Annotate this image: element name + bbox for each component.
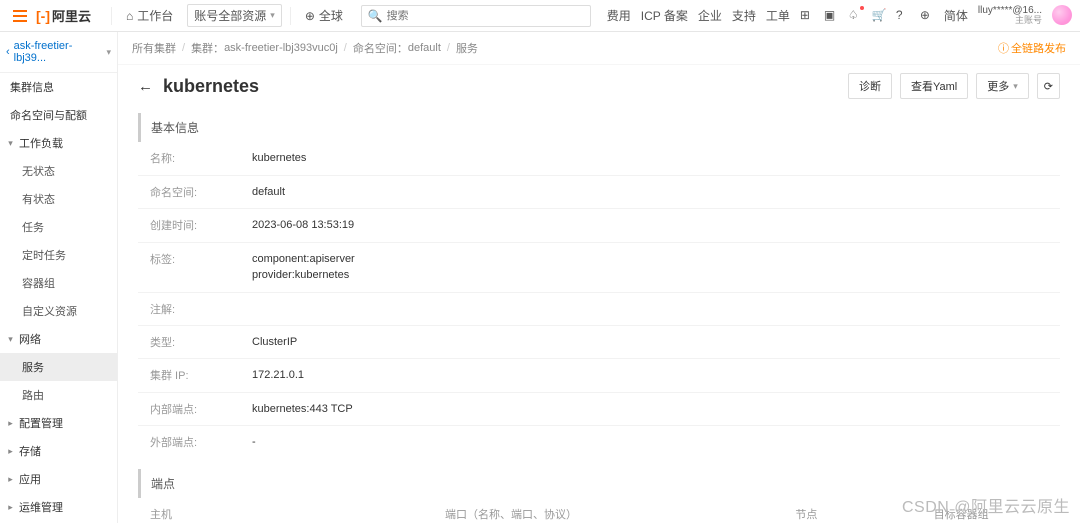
full-link-release[interactable]: ⓘ 全链路发布 <box>998 40 1066 56</box>
crumb-all-clusters[interactable]: 所有集群 <box>132 40 176 56</box>
tool-icon[interactable]: ⊞ <box>800 8 814 22</box>
crumb-ns-value[interactable]: default <box>408 42 441 54</box>
section-heading-endpoints: 端点 <box>138 469 1060 498</box>
cart-icon[interactable]: 🛒 <box>872 8 886 22</box>
nav-enterprise[interactable]: 企业 <box>698 7 722 24</box>
col-port: 端口（名称、端口、协议） <box>433 498 783 523</box>
sidebar-item-pods[interactable]: 容器组 <box>0 269 117 297</box>
cloudshell-icon[interactable]: ▣ <box>824 8 838 22</box>
sidebar-cluster-back[interactable]: ‹ ask-freetier-lbj39... ▾ <box>0 32 117 73</box>
resource-scope-label: 账号全部资源 <box>194 7 266 24</box>
kv-key-external-endpoint: 外部端点: <box>138 426 248 459</box>
bell-icon[interactable]: ♤ <box>848 8 862 22</box>
chevron-down-icon: ▾ <box>106 47 111 58</box>
kv-key-name: 名称: <box>138 142 248 175</box>
menu-toggle[interactable] <box>8 4 32 28</box>
col-host: 主机 <box>138 498 433 523</box>
info-icon: ⓘ <box>998 40 1009 56</box>
nav-billing[interactable]: 费用 <box>607 7 631 24</box>
col-target-pod: 目标容器组 <box>922 498 1060 523</box>
lang-icon[interactable]: ⊕ <box>920 8 934 22</box>
logo-text: 阿里云 <box>52 6 91 25</box>
sidebar-cluster-name: ask-freetier-lbj39... <box>14 40 103 64</box>
sidebar-item-job[interactable]: 任务 <box>0 213 117 241</box>
kv-val-name: kubernetes <box>248 142 1060 175</box>
page-title: kubernetes <box>163 76 259 97</box>
sidebar-group-ops[interactable]: ▸运维管理 <box>0 493 117 521</box>
globe-icon: ⊕ <box>305 9 315 23</box>
workbench-link[interactable]: ⌂ 工作台 <box>120 7 179 24</box>
sidebar-item-services[interactable]: 服务 <box>0 353 117 381</box>
kv-val-labels: component:apiserver provider:kubernetes <box>248 243 1060 292</box>
logo-icon: [-] <box>36 8 50 24</box>
kv-val-created: 2023-06-08 13:53:19 <box>248 209 1060 242</box>
kv-key-annotations: 注解: <box>138 293 248 325</box>
kv-val-internal-endpoint: kubernetes:443 TCP <box>248 393 1060 426</box>
refresh-icon: ⟳ <box>1044 80 1053 93</box>
workbench-label: 工作台 <box>137 7 173 24</box>
kv-val-cluster-ip: 172.21.0.1 <box>248 359 1060 392</box>
full-link-release-label: 全链路发布 <box>1011 40 1066 56</box>
sidebar-group-network[interactable]: ▾网络 <box>0 325 117 353</box>
user-menu[interactable]: lluy*****@16... 主账号 <box>978 5 1072 26</box>
kv-val-type: ClusterIP <box>248 326 1060 359</box>
kv-val-namespace: default <box>248 176 1060 209</box>
back-icon: ‹ <box>6 46 10 58</box>
help-icon[interactable]: ? <box>896 8 910 22</box>
nav-ticket[interactable]: 工单 <box>766 7 790 24</box>
sidebar-group-workload[interactable]: ▾工作负载 <box>0 129 117 157</box>
diagnose-button[interactable]: 诊断 <box>848 73 892 99</box>
sidebar-group-apps[interactable]: ▸应用 <box>0 465 117 493</box>
nav-support[interactable]: 支持 <box>732 7 756 24</box>
kv-key-type: 类型: <box>138 326 248 359</box>
user-role-label: 主账号 <box>1015 16 1042 26</box>
logo[interactable]: [-] 阿里云 <box>36 6 91 25</box>
sidebar-item-cronjob[interactable]: 定时任务 <box>0 241 117 269</box>
kv-key-internal-endpoint: 内部端点: <box>138 393 248 426</box>
chevron-down-icon: ▾ <box>1013 81 1018 92</box>
crumb-ns-label: 命名空间： <box>353 40 408 56</box>
sidebar-item-cluster-info[interactable]: 集群信息 <box>0 73 117 101</box>
col-node: 节点 <box>783 498 921 523</box>
crumb-leaf: 服务 <box>456 40 478 56</box>
kv-val-annotations <box>248 293 1060 325</box>
more-button[interactable]: 更多▾ <box>976 73 1029 99</box>
sidebar-item-namespace-quota[interactable]: 命名空间与配额 <box>0 101 117 129</box>
breadcrumb: 所有集群 / 集群： ask-freetier-lbj393vuc0j / 命名… <box>118 32 1080 65</box>
sidebar-item-crd[interactable]: 自定义资源 <box>0 297 117 325</box>
search-icon: 🔍 <box>368 9 383 23</box>
back-button[interactable]: ← <box>138 78 153 95</box>
region-label: 全球 <box>319 7 343 24</box>
kv-key-labels: 标签: <box>138 243 248 292</box>
kv-key-namespace: 命名空间: <box>138 176 248 209</box>
avatar <box>1052 5 1072 25</box>
kv-key-cluster-ip: 集群 IP: <box>138 359 248 392</box>
crumb-cluster-name[interactable]: ask-freetier-lbj393vuc0j <box>224 42 338 54</box>
sidebar-group-config[interactable]: ▸配置管理 <box>0 409 117 437</box>
section-heading-basic: 基本信息 <box>138 113 1060 142</box>
resource-scope-dropdown[interactable]: 账号全部资源 ▾ <box>187 4 282 27</box>
search-input[interactable] <box>387 10 584 22</box>
endpoints-table: 主机 端口（名称、端口、协议） 节点 目标容器组 192.168.48.79 h… <box>138 498 1060 523</box>
region-selector[interactable]: ⊕ 全球 <box>299 7 349 24</box>
chevron-down-icon: ▾ <box>270 10 275 21</box>
sidebar: ‹ ask-freetier-lbj39... ▾ 集群信息 命名空间与配额 ▾… <box>0 32 118 523</box>
global-search[interactable]: 🔍 <box>361 5 591 27</box>
refresh-button[interactable]: ⟳ <box>1037 73 1060 99</box>
kv-val-external-endpoint: - <box>248 426 1060 459</box>
kv-key-created: 创建时间: <box>138 209 248 242</box>
crumb-cluster-label: 集群： <box>191 40 224 56</box>
nav-icp[interactable]: ICP 备案 <box>641 7 688 24</box>
sidebar-item-stateful[interactable]: 有状态 <box>0 185 117 213</box>
home-icon: ⌂ <box>126 9 133 23</box>
sidebar-group-storage[interactable]: ▸存储 <box>0 437 117 465</box>
nav-simplified[interactable]: 简体 <box>944 7 968 24</box>
view-yaml-button[interactable]: 查看Yaml <box>900 73 968 99</box>
sidebar-item-ingress[interactable]: 路由 <box>0 381 117 409</box>
sidebar-item-stateless[interactable]: 无状态 <box>0 157 117 185</box>
